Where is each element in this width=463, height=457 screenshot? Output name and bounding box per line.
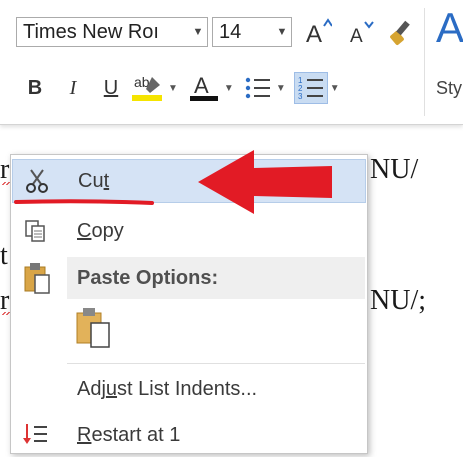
bullet-list-icon [245,77,270,99]
format-painter-button[interactable] [382,16,422,48]
svg-text:A: A [350,26,363,46]
chevron-down-icon[interactable]: ▼ [273,26,291,38]
italic-button[interactable]: I [54,72,92,104]
doc-line-1-prefix: r [0,154,10,185]
chevron-down-icon[interactable]: ▼ [330,83,340,94]
paste-options-header: Paste Options: [67,257,365,299]
menu-separator [67,363,365,364]
bullets-button[interactable] [242,72,274,104]
toolbar-row-format: B I U ab ▼ A ▼ ▼ 1 2 3 ▼ [16,72,344,104]
annotation-underline [14,199,154,205]
mini-toolbar: Times New Roı ▼ 14 ▼ A A B I U ab ▼ A ▼ … [0,0,463,125]
menu-item-restart-at-1[interactable]: Restart at 1 [12,413,366,457]
italic-icon: I [69,76,77,99]
paste-icon [76,308,110,348]
menu-item-adjust-list-indents[interactable]: Adjust List Indents... [12,367,366,411]
bold-button[interactable]: B [16,72,54,104]
svg-text:A: A [306,21,322,46]
restart-numbering-icon [22,421,50,449]
paintbrush-icon [390,20,410,45]
paste-icon [23,261,53,295]
font-size-value: 14 [219,20,242,43]
paste-keep-formatting-button[interactable] [75,305,115,349]
shrink-font-button[interactable]: A [340,16,380,48]
font-name-combo[interactable]: Times New Roı ▼ [16,17,208,47]
grow-font-icon: A [306,18,332,46]
font-color-icon: A [189,73,218,101]
paste-options-label: Paste Options: [77,266,219,289]
menu-item-label: Restart at 1 [77,423,181,446]
copy-icon [22,217,50,245]
chevron-down-icon[interactable]: ▼ [189,26,207,38]
svg-text:A: A [194,73,209,98]
chevron-down-icon[interactable]: ▼ [224,83,234,94]
numbering-button[interactable]: 1 2 3 [293,72,328,104]
font-color-button[interactable]: A [188,72,222,104]
highlight-button[interactable]: ab [130,72,166,104]
numbered-list-icon: 1 2 3 [298,76,323,101]
menu-item-label: Copy [77,219,124,242]
font-size-combo[interactable]: 14 ▼ [212,17,292,47]
grow-font-button[interactable]: A [298,16,338,48]
underline-icon: U [103,76,119,99]
svg-text:3: 3 [298,92,303,101]
styles-label[interactable]: Sty [436,78,462,99]
scissors-icon [23,167,51,195]
shrink-font-icon: A [350,21,374,46]
chevron-down-icon[interactable]: ▼ [168,83,178,94]
underline-button[interactable]: U [92,72,130,104]
highlighter-icon: ab [132,74,162,101]
toolbar-row-font: Times New Roı ▼ 14 ▼ A A [16,16,422,48]
styles-icon[interactable]: A [436,4,463,52]
doc-line-1-text: NU/ [370,154,419,185]
annotation-arrow-icon [198,150,332,214]
bold-icon: B [27,76,43,99]
chevron-down-icon[interactable]: ▼ [276,83,286,94]
menu-item-label: Adjust List Indents... [77,377,258,400]
menu-item-label: Cut [78,169,110,192]
doc-line-2-text: NU/; [370,285,426,316]
doc-line-2-prefix: t [0,240,8,271]
doc-line-3-prefix: r [0,285,10,316]
toolbar-separator [424,8,425,116]
font-name-value: Times New Roı [23,20,159,43]
